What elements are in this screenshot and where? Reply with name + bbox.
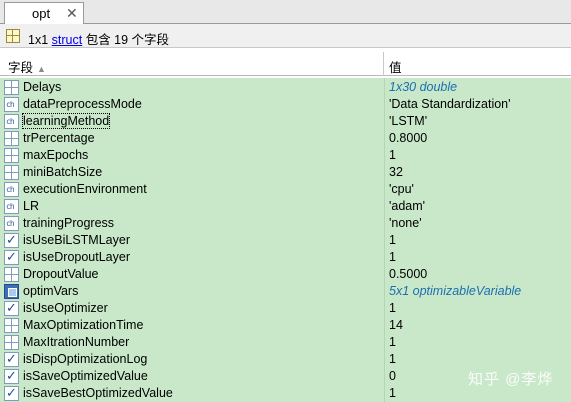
table-row[interactable]: ✓ isDispOptimizationLog 1 bbox=[0, 351, 571, 368]
field-value[interactable]: 1x30 double bbox=[389, 80, 457, 94]
variable-summary: 1x1 struct 包含 19 个字段 bbox=[28, 29, 169, 48]
field-value[interactable]: 1 bbox=[389, 352, 396, 366]
field-value[interactable]: 'LSTM' bbox=[389, 114, 427, 128]
field-name[interactable]: MaxOptimizationTime bbox=[23, 318, 143, 332]
check-icon: ✓ bbox=[4, 369, 19, 384]
field-name[interactable]: isSaveOptimizedValue bbox=[23, 369, 148, 383]
grid-icon bbox=[4, 267, 19, 282]
char-icon: ch bbox=[4, 199, 19, 214]
field-count-text: 包含 19 个字段 bbox=[85, 33, 170, 47]
char-icon: ch bbox=[4, 216, 19, 231]
field-value[interactable]: 0 bbox=[389, 369, 396, 383]
table-row[interactable]: ch LR 'adam' bbox=[0, 198, 571, 215]
char-icon: ch bbox=[4, 182, 19, 197]
table-header: 字段 ▲ 值 bbox=[0, 52, 571, 76]
check-icon: ✓ bbox=[4, 301, 19, 316]
table-row[interactable]: ✓ isUseOptimizer 1 bbox=[0, 300, 571, 317]
struct-icon bbox=[6, 29, 20, 43]
field-name[interactable]: optimVars bbox=[23, 284, 78, 298]
field-name[interactable]: LR bbox=[23, 199, 39, 213]
field-value[interactable]: 0.5000 bbox=[389, 267, 427, 281]
field-value[interactable]: 'cpu' bbox=[389, 182, 414, 196]
field-value[interactable]: 1 bbox=[389, 148, 396, 162]
table-row[interactable]: trPercentage 0.8000 bbox=[0, 130, 571, 147]
grid-icon bbox=[4, 335, 19, 350]
table-row[interactable]: maxEpochs 1 bbox=[0, 147, 571, 164]
table-row[interactable]: DropoutValue 0.5000 bbox=[0, 266, 571, 283]
object-icon bbox=[4, 284, 19, 299]
table-row[interactable]: miniBatchSize 32 bbox=[0, 164, 571, 181]
field-name[interactable]: miniBatchSize bbox=[23, 165, 102, 179]
tab-strip: opt ✕ bbox=[0, 0, 571, 24]
struct-fields-table: Delays 1x30 double ch dataPreprocessMode 'Da… bbox=[0, 78, 571, 402]
grid-icon bbox=[4, 165, 19, 180]
table-row[interactable]: ✓ isUseBiLSTMLayer 1 bbox=[0, 232, 571, 249]
field-name[interactable]: maxEpochs bbox=[23, 148, 88, 162]
check-icon: ✓ bbox=[4, 250, 19, 265]
field-name[interactable]: isUseDropoutLayer bbox=[23, 250, 130, 264]
field-value[interactable]: 1 bbox=[389, 335, 396, 349]
field-name[interactable]: trPercentage bbox=[23, 131, 95, 145]
table-row[interactable]: ✓ isUseDropoutLayer 1 bbox=[0, 249, 571, 266]
field-name[interactable]: isSaveBestOptimizedValue bbox=[23, 386, 173, 400]
column-header-field[interactable]: 字段 ▲ bbox=[0, 52, 384, 76]
close-icon[interactable]: ✕ bbox=[66, 5, 78, 22]
field-name[interactable]: learningMethod bbox=[21, 113, 111, 129]
tab-opt[interactable]: opt ✕ bbox=[4, 2, 84, 24]
field-value[interactable]: 1 bbox=[389, 233, 396, 247]
field-value[interactable]: 'none' bbox=[389, 216, 422, 230]
grid-icon bbox=[4, 131, 19, 146]
variable-size: 1x1 bbox=[28, 33, 49, 47]
tab-label: opt bbox=[32, 6, 51, 21]
sort-ascending-icon[interactable]: ▲ bbox=[37, 64, 46, 74]
field-value[interactable]: 1 bbox=[389, 386, 396, 400]
field-name[interactable]: isUseOptimizer bbox=[23, 301, 108, 315]
table-row[interactable]: ch dataPreprocessMode 'Data Standardizatio… bbox=[0, 96, 571, 113]
field-name[interactable]: MaxItrationNumber bbox=[23, 335, 129, 349]
field-value[interactable]: 32 bbox=[389, 165, 403, 179]
grid-icon bbox=[4, 148, 19, 163]
grid-icon bbox=[4, 80, 19, 95]
field-value[interactable]: 14 bbox=[389, 318, 403, 332]
field-value[interactable]: 5x1 optimizableVariable bbox=[389, 284, 521, 298]
field-name[interactable]: isUseBiLSTMLayer bbox=[23, 233, 130, 247]
column-header-value[interactable]: 值 bbox=[389, 57, 402, 76]
field-value[interactable]: 1 bbox=[389, 301, 396, 315]
field-value[interactable]: 1 bbox=[389, 250, 396, 264]
variable-info-bar: 1x1 struct 包含 19 个字段 bbox=[0, 24, 571, 48]
grid-icon bbox=[4, 318, 19, 333]
watermark: 知乎 @李烨 bbox=[468, 371, 554, 388]
column-divider[interactable] bbox=[384, 78, 385, 402]
table-row[interactable]: optimVars 5x1 optimizableVariable bbox=[0, 283, 571, 300]
char-icon: ch bbox=[4, 114, 19, 129]
field-name[interactable]: isDispOptimizationLog bbox=[23, 352, 147, 366]
field-name[interactable]: Delays bbox=[23, 80, 61, 94]
field-name[interactable]: trainingProgress bbox=[23, 216, 114, 230]
check-icon: ✓ bbox=[4, 386, 19, 401]
table-row[interactable]: ch executionEnvironment 'cpu' bbox=[0, 181, 571, 198]
check-icon: ✓ bbox=[4, 352, 19, 367]
struct-link[interactable]: struct bbox=[52, 33, 83, 47]
check-icon: ✓ bbox=[4, 233, 19, 248]
field-name[interactable]: DropoutValue bbox=[23, 267, 99, 281]
field-value[interactable]: 0.8000 bbox=[389, 131, 427, 145]
table-row[interactable]: ch learningMethod 'LSTM' bbox=[0, 113, 571, 130]
field-value[interactable]: 'Data Standardization' bbox=[389, 97, 511, 111]
field-value[interactable]: 'adam' bbox=[389, 199, 425, 213]
char-icon: ch bbox=[4, 97, 19, 112]
column-header-field-label: 字段 bbox=[8, 61, 34, 75]
table-row[interactable]: MaxOptimizationTime 14 bbox=[0, 317, 571, 334]
table-row[interactable]: ch trainingProgress 'none' bbox=[0, 215, 571, 232]
table-row[interactable]: MaxItrationNumber 1 bbox=[0, 334, 571, 351]
table-row[interactable]: Delays 1x30 double bbox=[0, 79, 571, 96]
field-name[interactable]: dataPreprocessMode bbox=[23, 97, 142, 111]
field-name[interactable]: executionEnvironment bbox=[23, 182, 147, 196]
